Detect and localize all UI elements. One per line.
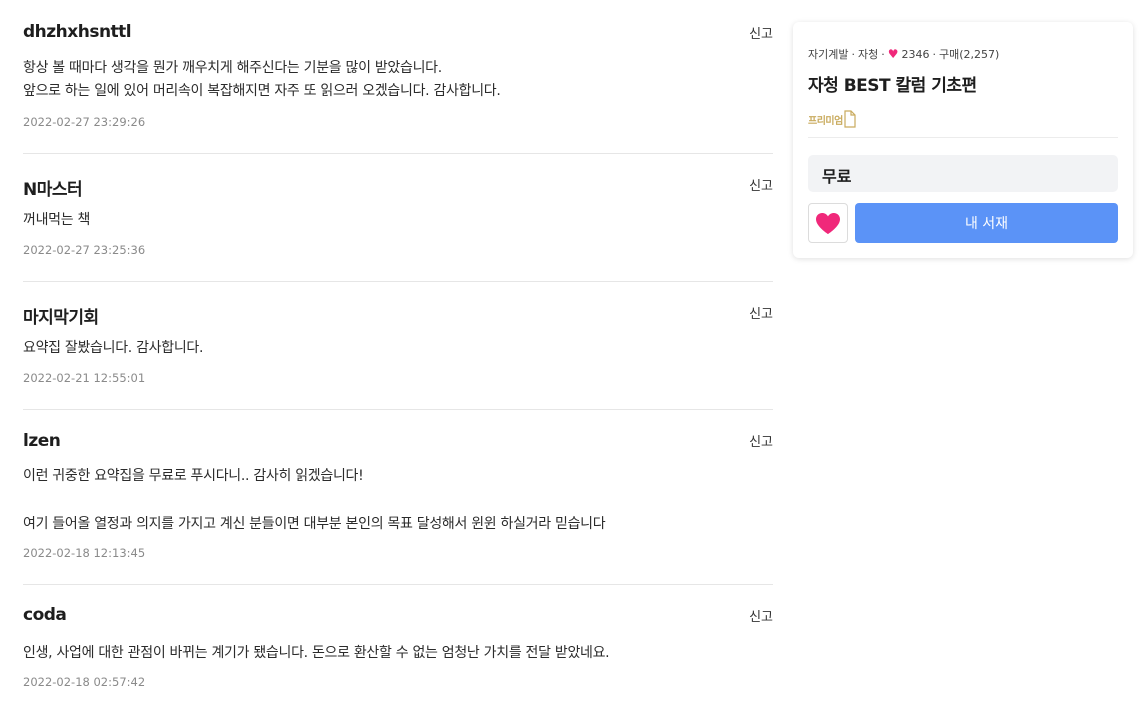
review-item: coda 신고 인생, 사업에 대한 관점이 바뀌는 계기가 됐습니다. 돈으로… [23, 585, 773, 706]
review-text: 이런 귀중한 요약집을 무료로 푸시다니.. 감사히 읽겠습니다! 여기 들어올… [23, 468, 606, 532]
price-label: 무료 [822, 167, 852, 186]
like-count: 2346 [901, 47, 930, 61]
review-list: dhzhxhsnttl 신고 항상 볼 때마다 생각을 뭔가 깨우치게 해주신다… [23, 0, 773, 706]
report-button[interactable]: 신고 [749, 431, 773, 450]
report-button[interactable]: 신고 [749, 175, 773, 194]
review-date: 2022-02-27 23:29:26 [23, 115, 146, 129]
review-date: 2022-02-18 12:13:45 [23, 546, 146, 560]
heart-icon [816, 212, 840, 234]
purchase-count: 구매(2,257) [939, 48, 1000, 61]
meta-separator: · [881, 47, 885, 61]
premium-badge: 프리미엄 [808, 109, 856, 129]
heart-icon: ♥ [887, 47, 899, 61]
review-author: dhzhxhsnttl [23, 22, 132, 42]
product-author: 자청 [857, 48, 879, 61]
report-button[interactable]: 신고 [749, 23, 773, 42]
review-author: lzen [23, 431, 61, 451]
meta-separator: · [851, 47, 855, 61]
meta-separator: · [932, 47, 937, 61]
review-item: N마스터 신고 꺼내먹는 책 2022-02-27 23:25:36 [23, 154, 773, 282]
review-text: 요약집 잘봤습니다. 감사합니다. [23, 340, 204, 356]
product-category: 자기계발 [808, 48, 849, 61]
report-button[interactable]: 신고 [749, 606, 773, 625]
review-date: 2022-02-21 12:55:01 [23, 371, 146, 385]
report-button[interactable]: 신고 [749, 303, 773, 322]
review-author: N마스터 [23, 180, 83, 200]
review-item: 마지막기회 신고 요약집 잘봤습니다. 감사합니다. 2022-02-21 12… [23, 282, 773, 410]
product-meta: 자기계발 · 자청 · ♥ 2346 · 구매(2,257) [808, 46, 999, 62]
my-library-button[interactable]: 내 서재 [855, 203, 1118, 243]
like-button[interactable] [808, 203, 848, 243]
review-author: coda [23, 605, 67, 625]
review-item: lzen 신고 이런 귀중한 요약집을 무료로 푸시다니.. 감사히 읽겠습니다… [23, 410, 773, 585]
product-card: 자기계발 · 자청 · ♥ 2346 · 구매(2,257) 자청 BEST 칼… [793, 22, 1133, 258]
product-title: 자청 BEST 칼럼 기초편 [808, 76, 977, 96]
review-item: dhzhxhsnttl 신고 항상 볼 때마다 생각을 뭔가 깨우치게 해주신다… [23, 0, 773, 154]
document-icon [844, 110, 856, 128]
review-date: 2022-02-27 23:25:36 [23, 243, 146, 257]
divider [808, 137, 1118, 138]
premium-badge-label: 프리미엄 [808, 115, 843, 127]
review-author: 마지막기회 [23, 308, 99, 328]
review-text: 항상 볼 때마다 생각을 뭔가 깨우치게 해주신다는 기분을 많이 받았습니다.… [23, 60, 501, 99]
review-text: 꺼내먹는 책 [23, 212, 91, 228]
review-text: 인생, 사업에 대한 관점이 바뀌는 계기가 됐습니다. 돈으로 환산할 수 없… [23, 645, 610, 661]
price-box: 무료 [808, 155, 1118, 192]
review-date: 2022-02-18 02:57:42 [23, 675, 146, 689]
